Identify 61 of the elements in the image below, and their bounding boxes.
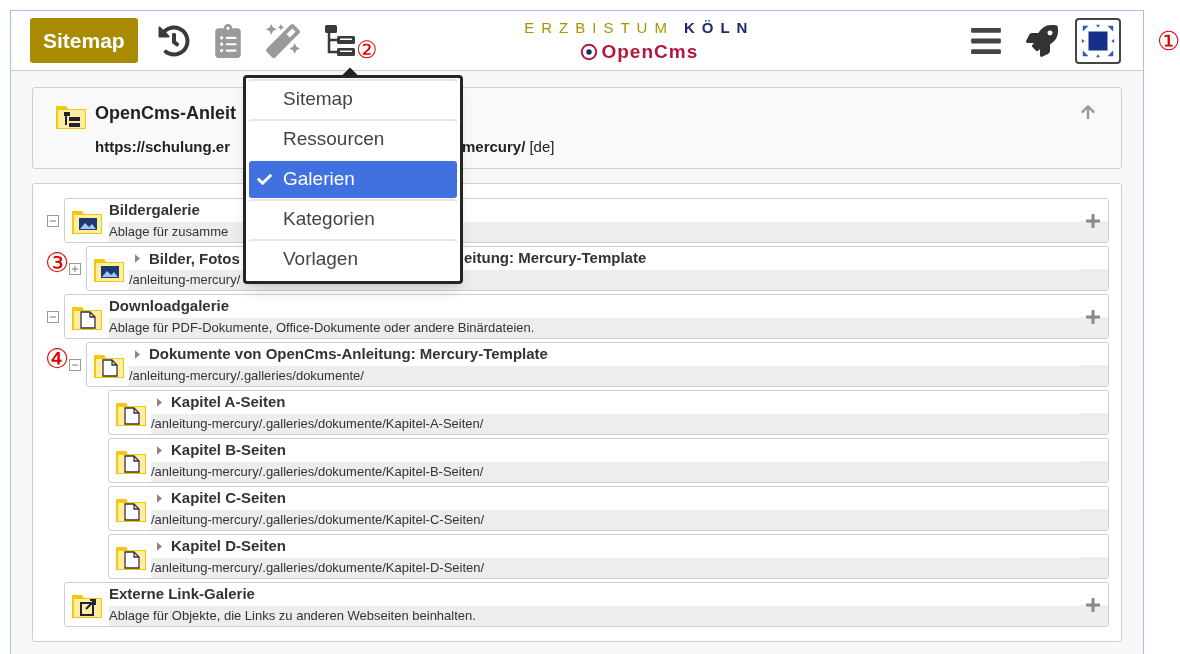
collapse-toggle[interactable] xyxy=(47,310,59,323)
expand-arrow-icon[interactable] xyxy=(135,350,140,359)
item-title: Kapitel D-Seiten xyxy=(171,536,287,557)
menu-item[interactable]: Ressourcen xyxy=(249,121,457,158)
logo-text: KÖLN xyxy=(683,18,755,38)
eye-logo-icon xyxy=(580,42,599,61)
item-title: eitung: Mercury-Template xyxy=(464,248,647,269)
plus-icon xyxy=(71,264,79,273)
tree-item-card[interactable]: Kapitel A-Seiten /anleitung-mercury/.galleries/dokumente/Kapitel-A-Seiten/ xyxy=(108,390,1109,435)
logo-text: ERZBISTUM xyxy=(524,18,674,38)
item-title: Downloadgalerie xyxy=(109,296,230,317)
selection-frame-icon[interactable] xyxy=(1075,17,1121,64)
item-title: Bilder, Fotos xyxy=(149,249,240,267)
history-icon[interactable] xyxy=(157,24,190,57)
item-title: Dokumente von OpenCms-Anleitung: Mercury-Template xyxy=(149,344,548,365)
expand-toggle[interactable] xyxy=(69,262,81,275)
expand-arrow-icon[interactable] xyxy=(157,398,162,407)
item-title: Bildergalerie xyxy=(109,200,200,221)
tree-item-card[interactable]: Externe Link-Galerie Ablage für Objekte, die Links zu anderen Webseiten beinhalten. xyxy=(64,582,1109,627)
expand-arrow-icon[interactable] xyxy=(157,542,162,551)
check-icon xyxy=(257,172,272,187)
item-title: Kapitel A-Seiten xyxy=(171,392,286,413)
expand-arrow-icon[interactable] xyxy=(135,254,140,263)
collapse-toggle[interactable] xyxy=(47,214,59,227)
item-description: /anleitung-mercury/ xyxy=(129,271,241,290)
item-description: Ablage für PDF-Dokumente, Office-Dokumente oder andere Binärdateien. xyxy=(109,319,535,338)
menu-item[interactable]: Galerien xyxy=(249,161,457,198)
item-description: /anleitung-mercury/.galleries/dokumente/Kapitel-A-Seiten/ xyxy=(151,415,484,434)
sitemap-icon xyxy=(323,23,356,58)
tree-item-card[interactable]: Downloadgalerie Ablage für PDF-Dokumente, Office-Dokumente oder andere Binärdateien. xyxy=(64,294,1109,339)
logo-text: OpenCms xyxy=(601,39,699,64)
menu-item[interactable]: Kategorien xyxy=(249,201,457,238)
add-icon[interactable] xyxy=(1085,212,1101,229)
item-description: /anleitung-mercury/.galleries/dokumente/Kapitel-D-Seiten/ xyxy=(151,559,485,578)
up-arrow-icon[interactable] xyxy=(1081,104,1095,120)
expand-arrow-icon[interactable] xyxy=(157,446,162,455)
item-title: Kapitel C-Seiten xyxy=(171,488,287,509)
annotation-marker: ④ xyxy=(45,345,69,373)
item-description: Ablage für zusamme xyxy=(109,223,229,242)
item-description: Ablage für Objekte, die Links zu anderen Webseiten beinhalten. xyxy=(109,607,476,626)
item-title: Externe Link-Galerie xyxy=(109,584,255,605)
annotation-marker: ③ xyxy=(45,249,69,277)
site-title: OpenCms-Anleit xyxy=(95,102,236,125)
menu-item[interactable]: Sitemap xyxy=(249,81,457,118)
item-description: /anleitung-mercury/.galleries/dokumente/Kapitel-C-Seiten/ xyxy=(151,511,485,530)
tree-item-card[interactable]: Kapitel C-Seiten /anleitung-mercury/.galleries/dokumente/Kapitel-C-Seiten/ xyxy=(108,486,1109,531)
locale-label: [de] xyxy=(529,136,555,157)
item-description: /anleitung-mercury/.galleries/dokumente/Kapitel-B-Seiten/ xyxy=(151,463,484,482)
site-url: https://schulung.er xyxy=(95,138,230,155)
site-url: mercury/ xyxy=(462,136,526,157)
annotation-marker: ① xyxy=(1157,27,1180,54)
annotation-marker: ② xyxy=(355,37,378,62)
item-description: /anleitung-mercury/.galleries/dokumente/ xyxy=(129,367,364,386)
tree-item-card[interactable]: Kapitel D-Seiten /anleitung-mercury/.galleries/dokumente/Kapitel-D-Seiten/ xyxy=(108,534,1109,579)
expand-arrow-icon[interactable] xyxy=(157,494,162,503)
add-icon[interactable] xyxy=(1085,596,1101,613)
tree-item-card[interactable]: Kapitel B-Seiten /anleitung-mercury/.galleries/dokumente/Kapitel-B-Seiten/ xyxy=(108,438,1109,483)
tree-item-card[interactable]: Dokumente von OpenCms-Anleitung: Mercury-Template /anleitung-mercury/.galleries/dokumente/ xyxy=(86,342,1109,387)
item-title: Kapitel B-Seiten xyxy=(171,440,287,461)
add-icon[interactable] xyxy=(1085,308,1101,325)
collapse-toggle[interactable] xyxy=(69,358,81,371)
